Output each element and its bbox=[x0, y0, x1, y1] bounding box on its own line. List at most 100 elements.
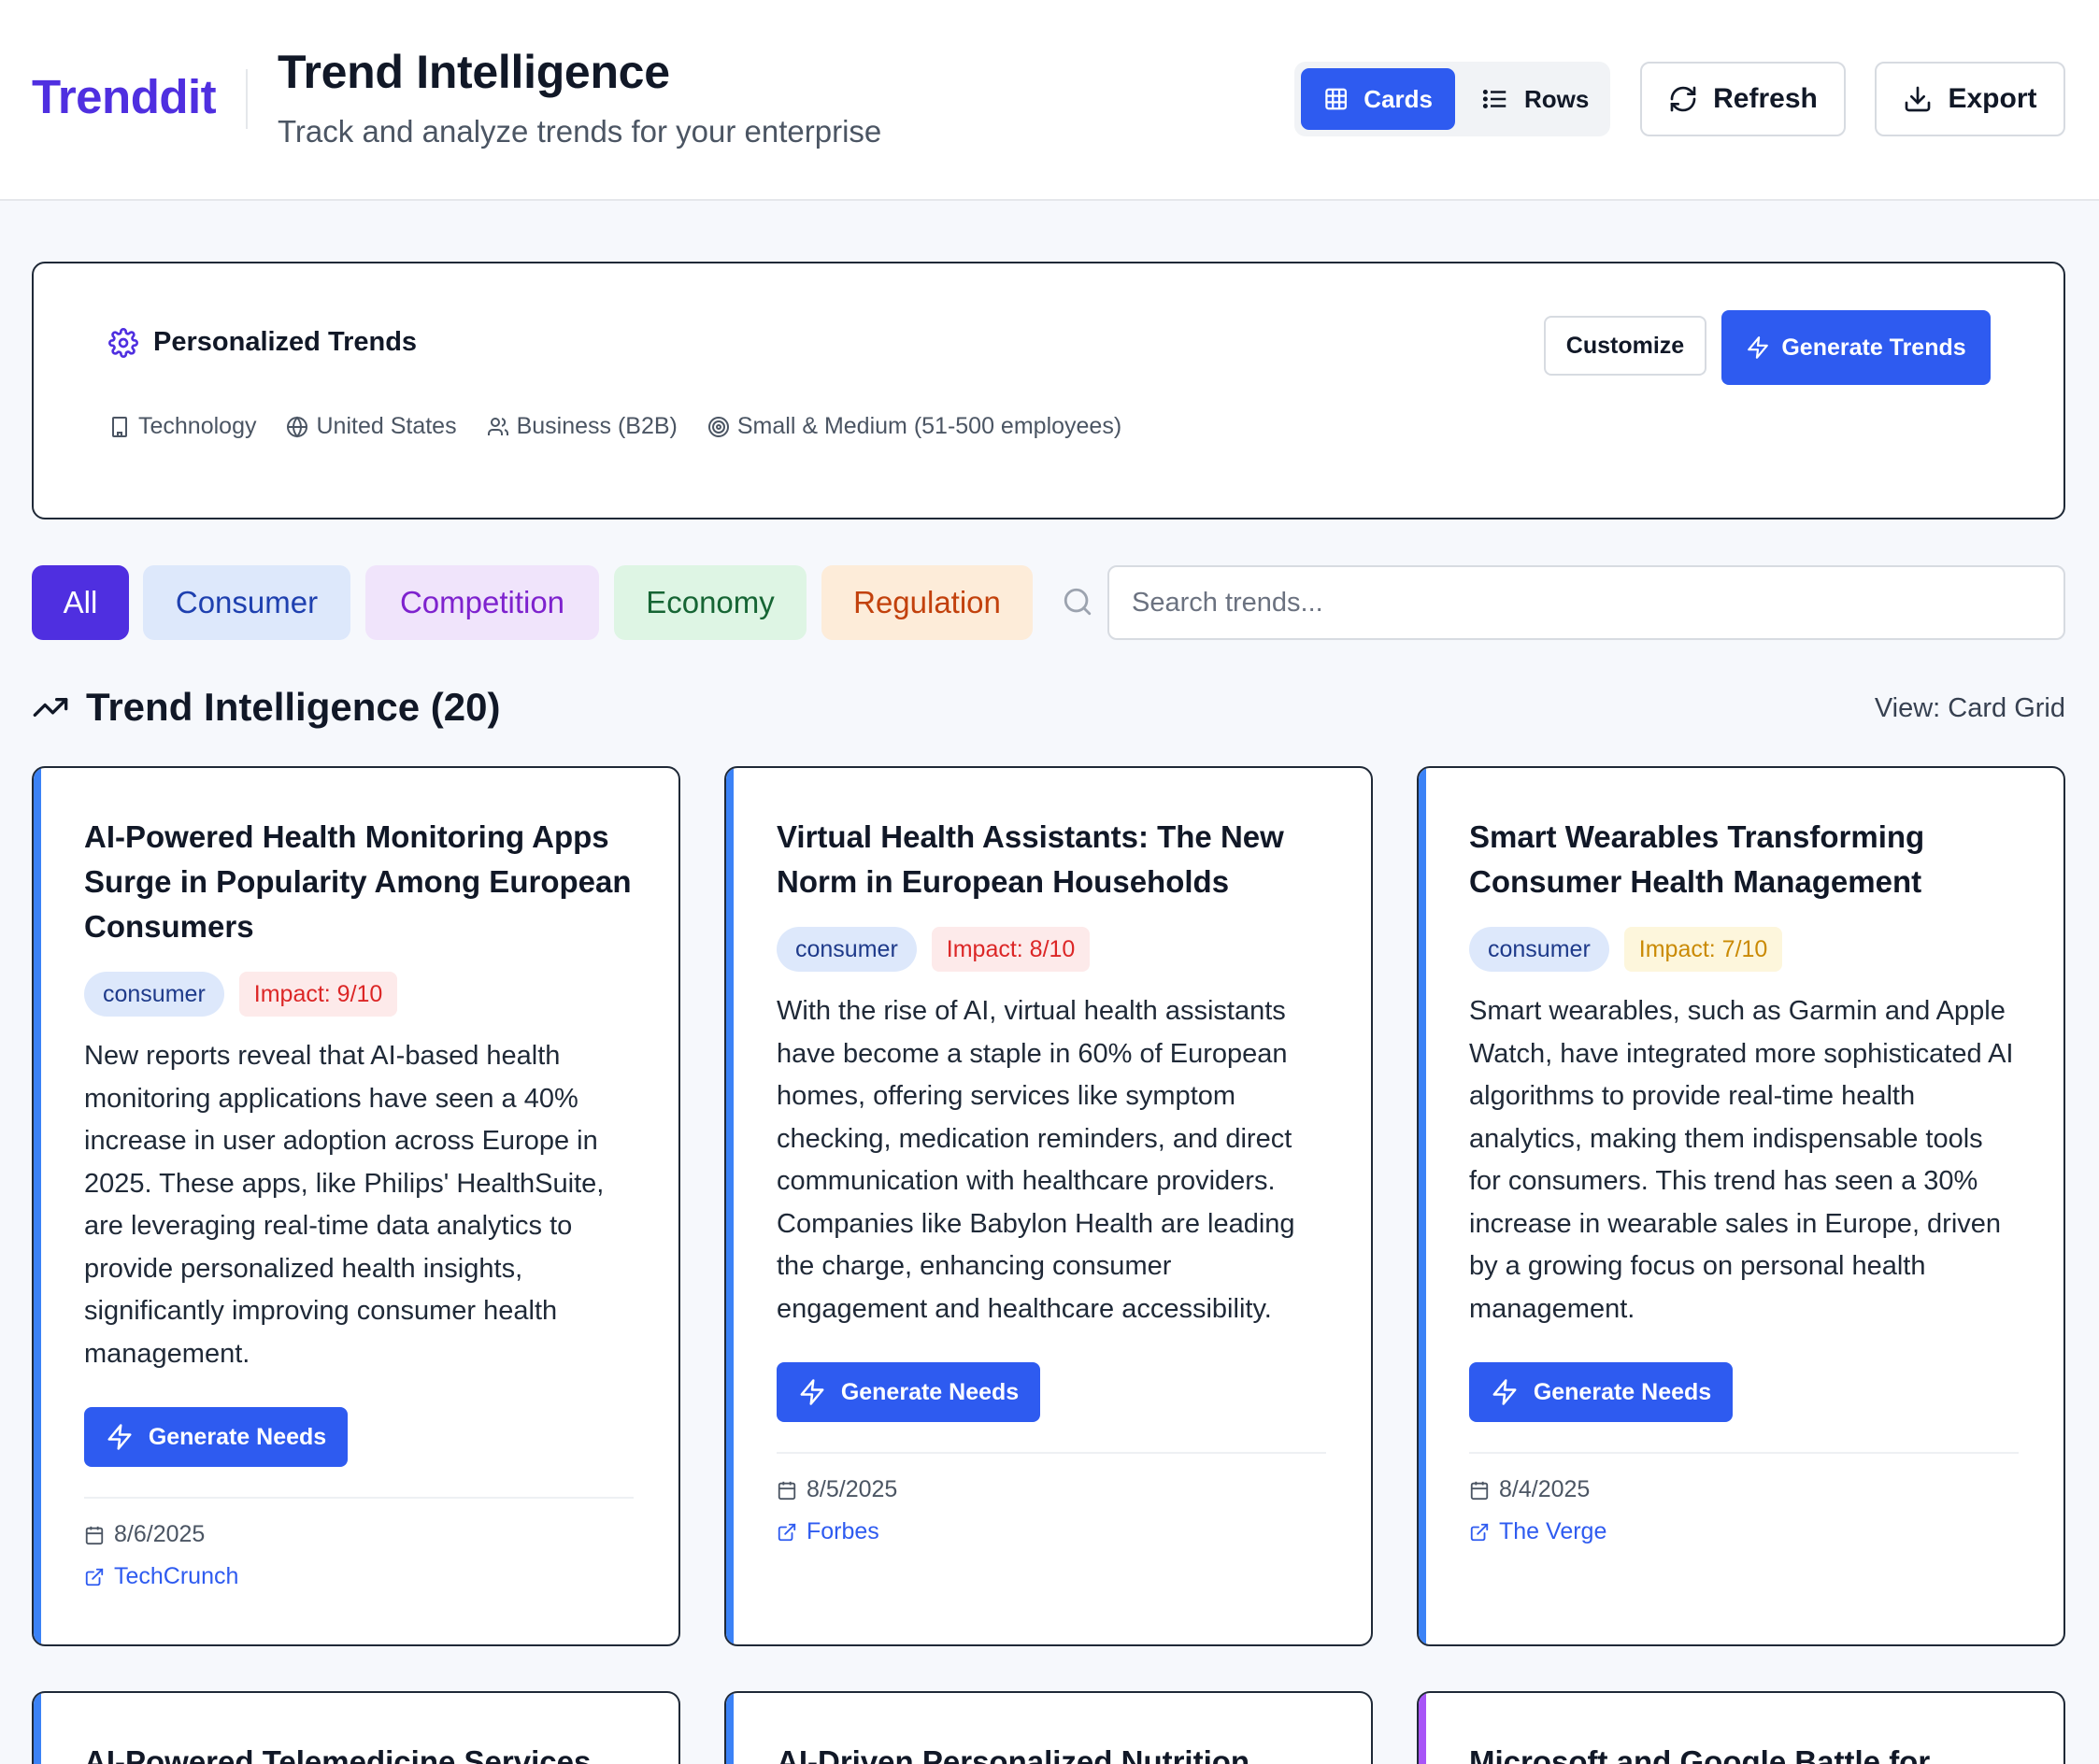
trend-title[interactable]: Microsoft and Google Battle for bbox=[1469, 1740, 2019, 1764]
page-title: Trend Intelligence bbox=[278, 46, 670, 98]
impact-badge: Impact: 9/10 bbox=[238, 972, 398, 1017]
list-icon bbox=[1482, 90, 1506, 108]
generate-trends-button[interactable]: Generate Trends bbox=[1721, 310, 1991, 385]
calendar-icon bbox=[778, 1481, 796, 1500]
external-link-icon bbox=[1470, 1523, 1489, 1541]
lightning-icon bbox=[1748, 336, 1769, 359]
external-link-icon bbox=[85, 1568, 104, 1586]
trend-date-label: 8/6/2025 bbox=[114, 1521, 206, 1547]
trend-date-label: 8/4/2025 bbox=[1499, 1476, 1591, 1502]
generate-needs-label: Generate Needs bbox=[148, 1423, 327, 1450]
audience-label: Business (B2B) bbox=[516, 413, 678, 439]
section-title: Trend Intelligence (20) bbox=[32, 685, 500, 730]
filter-regulation[interactable]: Regulation bbox=[821, 565, 1033, 640]
panel-title: Personalized Trends bbox=[108, 327, 417, 358]
trend-title[interactable]: AI-Powered Health Monitoring Apps Surge … bbox=[84, 815, 634, 949]
filter-consumer[interactable]: Consumer bbox=[143, 565, 350, 640]
trend-date: 8/4/2025 bbox=[1469, 1476, 2019, 1503]
lightning-icon bbox=[800, 1379, 824, 1405]
generate-needs-button[interactable]: Generate Needs bbox=[1469, 1362, 1733, 1422]
impact-badge: Impact: 7/10 bbox=[1623, 927, 1783, 972]
trend-title[interactable]: Virtual Health Assistants: The New Norm … bbox=[777, 815, 1326, 904]
external-link-icon bbox=[778, 1523, 796, 1541]
globe-icon bbox=[287, 416, 308, 437]
search-icon bbox=[1064, 588, 1092, 616]
search-input[interactable] bbox=[1107, 565, 2065, 640]
lightning-icon bbox=[107, 1424, 132, 1450]
refresh-icon bbox=[1670, 86, 1696, 112]
section-title-label: Trend Intelligence (20) bbox=[86, 685, 501, 729]
lightning-icon bbox=[1492, 1379, 1517, 1405]
trend-title[interactable]: AI-Driven Personalized Nutrition bbox=[777, 1740, 1326, 1764]
users-icon bbox=[487, 417, 508, 435]
calendar-icon bbox=[85, 1526, 104, 1544]
generate-needs-button[interactable]: Generate Needs bbox=[84, 1407, 348, 1467]
trend-source-link[interactable]: The Verge bbox=[1469, 1518, 2019, 1545]
region-label: United States bbox=[316, 413, 457, 439]
category-badge: consumer bbox=[1469, 927, 1609, 972]
trend-source-link[interactable]: TechCrunch bbox=[84, 1563, 634, 1590]
filter-all[interactable]: All bbox=[32, 565, 129, 640]
calendar-icon bbox=[1470, 1481, 1489, 1500]
personalized-trends-panel: Personalized Trends Customize Generate T… bbox=[32, 262, 2065, 519]
view-cards-label: Cards bbox=[1364, 84, 1433, 113]
header-divider bbox=[246, 69, 248, 129]
refresh-label: Refresh bbox=[1713, 83, 1818, 114]
view-toggle: Cards Rows bbox=[1294, 62, 1610, 136]
trend-card[interactable]: AI-Powered Health Monitoring Apps Surge … bbox=[32, 766, 680, 1646]
card-divider bbox=[84, 1497, 634, 1499]
gear-icon bbox=[108, 327, 138, 358]
view-rows-label: Rows bbox=[1524, 84, 1590, 113]
trend-source-label: The Verge bbox=[1499, 1518, 1607, 1544]
trend-card[interactable]: Smart Wearables Transforming Consumer He… bbox=[1417, 766, 2065, 1646]
trend-card[interactable]: AI-Powered Telemedicine Services bbox=[32, 1691, 680, 1764]
view-mode-label: View: Card Grid bbox=[1874, 693, 2065, 723]
profile-chips: Technology United States Business (B2B) … bbox=[108, 413, 1121, 440]
trend-source-label: TechCrunch bbox=[114, 1563, 239, 1589]
grid-icon bbox=[1325, 88, 1348, 110]
generate-needs-label: Generate Needs bbox=[1533, 1378, 1712, 1405]
impact-badge: Impact: 8/10 bbox=[931, 927, 1091, 972]
region-chip: United States bbox=[286, 413, 457, 440]
trend-card[interactable]: Virtual Health Assistants: The New Norm … bbox=[724, 766, 1373, 1646]
app-logo[interactable]: Trenddit bbox=[32, 69, 217, 124]
export-label: Export bbox=[1948, 83, 2037, 114]
generate-needs-button[interactable]: Generate Needs bbox=[777, 1362, 1040, 1422]
filter-competition[interactable]: Competition bbox=[365, 565, 599, 640]
page-subtitle: Track and analyze trends for your enterp… bbox=[278, 114, 882, 149]
trend-date: 8/6/2025 bbox=[84, 1521, 634, 1548]
view-cards-button[interactable]: Cards bbox=[1301, 68, 1455, 130]
export-button[interactable]: Export bbox=[1875, 62, 2065, 136]
trend-description: With the rise of AI, virtual health assi… bbox=[777, 996, 1295, 1324]
trend-description: Smart wearables, such as Garmin and Appl… bbox=[1469, 996, 2014, 1324]
trend-card[interactable]: Microsoft and Google Battle for bbox=[1417, 1691, 2065, 1764]
panel-title-label: Personalized Trends bbox=[153, 327, 418, 357]
company-size-label: Small & Medium (51-500 employees) bbox=[736, 413, 1122, 439]
trend-date-label: 8/5/2025 bbox=[807, 1476, 898, 1502]
building-icon bbox=[112, 416, 127, 437]
trend-source-label: Forbes bbox=[807, 1518, 879, 1544]
industry-label: Technology bbox=[138, 413, 257, 439]
trend-title[interactable]: AI-Powered Telemedicine Services bbox=[84, 1740, 634, 1764]
card-divider bbox=[777, 1452, 1326, 1454]
audience-chip: Business (B2B) bbox=[487, 413, 678, 440]
trend-date: 8/5/2025 bbox=[777, 1476, 1326, 1503]
trend-card[interactable]: AI-Driven Personalized Nutrition bbox=[724, 1691, 1373, 1764]
category-badge: consumer bbox=[84, 972, 224, 1017]
view-rows-button[interactable]: Rows bbox=[1459, 68, 1611, 130]
generate-trends-label: Generate Trends bbox=[1781, 334, 1966, 361]
generate-needs-label: Generate Needs bbox=[840, 1378, 1020, 1405]
target-icon bbox=[707, 416, 729, 437]
card-divider bbox=[1469, 1452, 2019, 1454]
refresh-button[interactable]: Refresh bbox=[1640, 62, 1846, 136]
industry-chip: Technology bbox=[108, 413, 256, 440]
trend-title[interactable]: Smart Wearables Transforming Consumer He… bbox=[1469, 815, 2019, 904]
download-icon bbox=[1906, 86, 1931, 112]
company-size-chip: Small & Medium (51-500 employees) bbox=[707, 413, 1121, 440]
category-badge: consumer bbox=[777, 927, 917, 972]
app-header: Trenddit Trend Intelligence Track and an… bbox=[0, 0, 2099, 201]
trend-source-link[interactable]: Forbes bbox=[777, 1518, 1326, 1545]
customize-button[interactable]: Customize bbox=[1544, 316, 1706, 376]
trending-up-icon bbox=[33, 698, 68, 717]
filter-economy[interactable]: Economy bbox=[614, 565, 807, 640]
